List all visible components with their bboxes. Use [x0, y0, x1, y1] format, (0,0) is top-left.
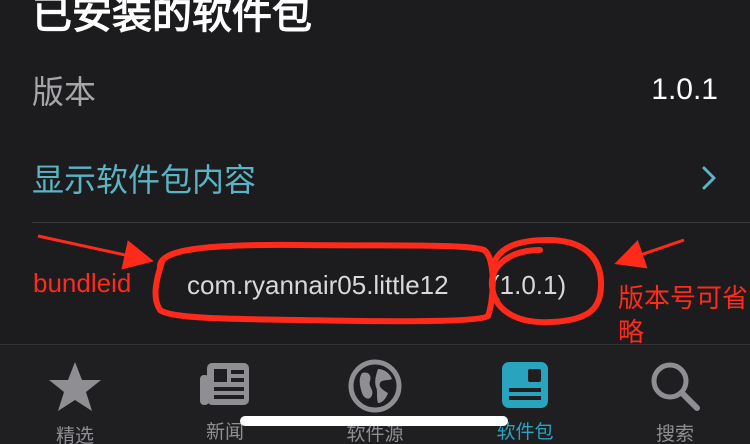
- star-icon: [45, 359, 105, 415]
- tab-search[interactable]: 搜索: [600, 345, 750, 444]
- annotation-bundleid: bundleid: [33, 268, 132, 298]
- tab-bar: 精选 新闻 软件源 软件包 搜索: [0, 344, 750, 444]
- chevron-right-icon: [698, 162, 720, 194]
- tab-label: 搜索: [655, 423, 694, 444]
- package-version-text: (1.0.1): [491, 270, 567, 300]
- show-package-contents-row[interactable]: 显示软件包内容: [32, 150, 720, 206]
- search-icon: [645, 359, 705, 413]
- globe-icon: [345, 359, 405, 413]
- package-detail-screen: 已安装的软件包 版本 1.0.1 显示软件包内容 com.ryannair05.…: [0, 0, 750, 444]
- bundle-id-text: com.ryannair05.little12: [187, 270, 449, 300]
- annotation-arrow-right: [614, 238, 685, 269]
- tab-sources[interactable]: 软件源: [300, 345, 450, 444]
- tab-label: 精选: [55, 425, 94, 444]
- version-value: 1.0.1: [651, 73, 718, 106]
- tab-news[interactable]: 新闻: [150, 345, 300, 444]
- annotation-version-optional: 版本号可省略: [618, 284, 749, 348]
- package-icon: [495, 359, 555, 411]
- tab-packages[interactable]: 软件包: [450, 345, 600, 444]
- tab-label: 新闻: [205, 421, 244, 443]
- show-package-contents-label: 显示软件包内容: [32, 161, 257, 199]
- home-indicator[interactable]: [240, 416, 508, 426]
- newspaper-icon: [195, 359, 255, 411]
- divider: [32, 222, 750, 223]
- version-label: 版本: [32, 73, 97, 111]
- tab-featured[interactable]: 精选: [0, 345, 150, 444]
- annotation-arrow-left: [37, 234, 154, 270]
- section-title: 已安装的软件包: [32, 0, 312, 38]
- version-row: 版本 1.0.1: [32, 62, 718, 118]
